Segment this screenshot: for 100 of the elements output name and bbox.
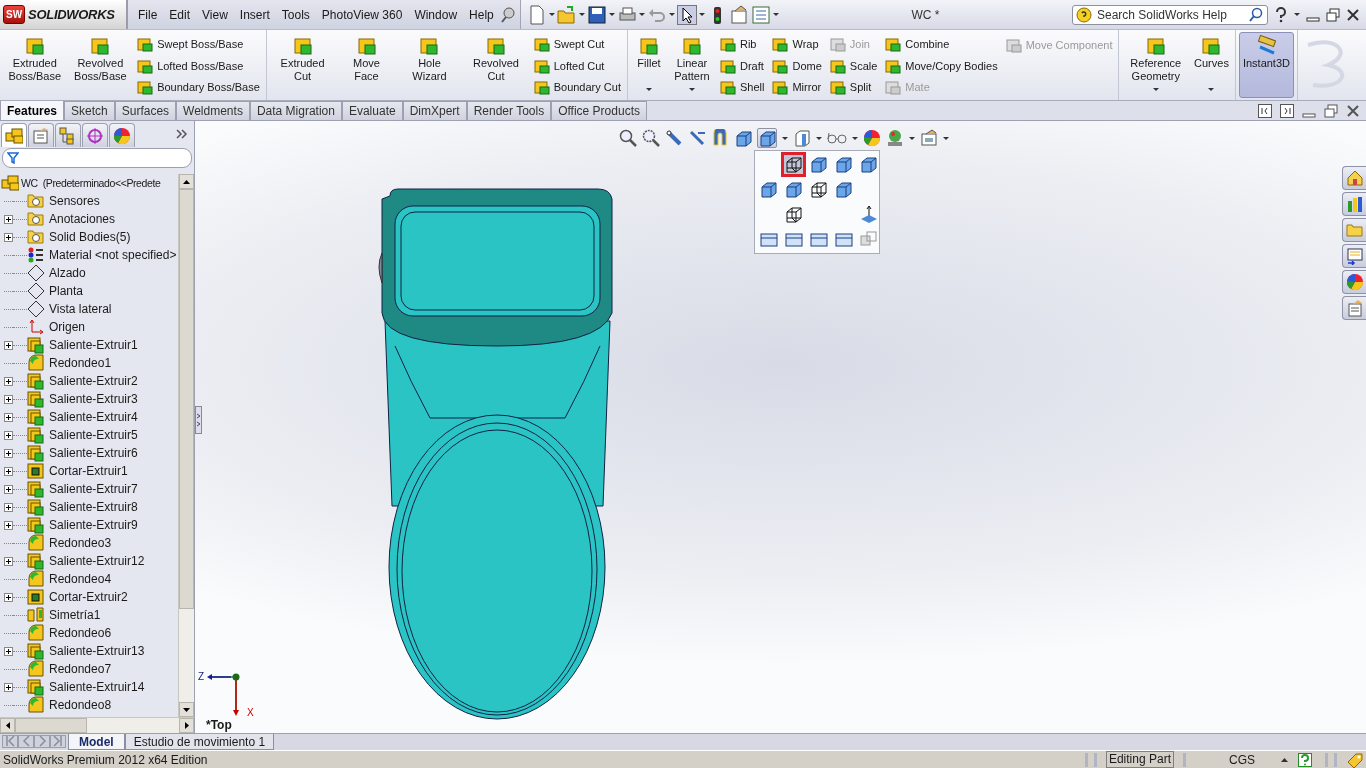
tree-item[interactable]: Saliente-Extruir7 bbox=[49, 482, 138, 496]
caret-icon[interactable] bbox=[698, 13, 705, 16]
tree-item[interactable]: Saliente-Extruir5 bbox=[49, 428, 138, 442]
tree-item[interactable]: Redondeo8 bbox=[49, 698, 112, 712]
caret-icon[interactable] bbox=[852, 136, 858, 140]
caret-icon[interactable] bbox=[1294, 13, 1300, 16]
tree-item[interactable]: Redondeo1 bbox=[49, 356, 112, 370]
expand-icon[interactable] bbox=[4, 376, 13, 386]
command-label[interactable]: Combine bbox=[882, 33, 1001, 55]
caret-icon[interactable] bbox=[782, 136, 788, 140]
scroll-right-icon[interactable] bbox=[184, 722, 189, 729]
task-pane-tab[interactable] bbox=[1342, 296, 1366, 320]
caret-icon[interactable] bbox=[772, 13, 779, 16]
tile-left-icon[interactable] bbox=[1258, 103, 1272, 118]
save-icon[interactable] bbox=[586, 4, 607, 25]
expand-icon[interactable] bbox=[4, 394, 13, 404]
tree-item[interactable]: Material <not specified> bbox=[49, 248, 177, 262]
help-icon[interactable] bbox=[1274, 6, 1288, 23]
expand-panel-icon[interactable] bbox=[176, 129, 188, 139]
caret-icon[interactable] bbox=[943, 136, 949, 140]
command-tab[interactable]: Render Tools bbox=[466, 101, 552, 120]
command-label[interactable]: Lofted Boss/Base bbox=[134, 54, 263, 77]
view-orientation-button[interactable] bbox=[757, 128, 777, 148]
menu-item[interactable]: PhotoView 360 bbox=[315, 7, 409, 22]
previous-view-icon[interactable] bbox=[665, 129, 683, 147]
command-tab[interactable]: Weldments bbox=[176, 101, 250, 120]
splitter-handle[interactable] bbox=[195, 406, 202, 434]
caret-icon[interactable] bbox=[638, 13, 645, 16]
expand-icon[interactable] bbox=[4, 340, 13, 350]
caret-icon[interactable] bbox=[578, 13, 585, 16]
close-icon[interactable] bbox=[1346, 103, 1360, 118]
expand-icon[interactable] bbox=[4, 484, 13, 494]
tree-item[interactable]: Planta bbox=[49, 284, 84, 298]
command-label[interactable]: Swept Cut bbox=[530, 33, 624, 55]
ribbon-button[interactable]: Linear Pattern bbox=[668, 32, 715, 98]
command-tab[interactable]: Data Migration bbox=[249, 101, 342, 120]
tree-item[interactable]: Saliente-Extruir8 bbox=[49, 500, 138, 514]
expand-icon[interactable] bbox=[4, 448, 13, 458]
panel-tab[interactable] bbox=[28, 123, 54, 147]
tree-item[interactable]: Saliente-Extruir6 bbox=[49, 446, 138, 460]
model-tab[interactable]: Estudio de movimiento 1 bbox=[124, 734, 275, 750]
command-label[interactable]: Dome bbox=[769, 54, 825, 77]
dynamic-annotation-icon[interactable] bbox=[711, 129, 729, 147]
ribbon-button[interactable]: Curves bbox=[1191, 32, 1232, 98]
command-tab[interactable]: Evaluate bbox=[341, 101, 403, 120]
expand-icon[interactable] bbox=[4, 646, 13, 656]
tree-item[interactable]: Redondeo6 bbox=[49, 626, 112, 640]
expand-icon[interactable] bbox=[4, 466, 13, 476]
restore-icon[interactable] bbox=[1324, 103, 1338, 118]
tree-item[interactable]: Anotaciones bbox=[49, 212, 116, 226]
caret-icon[interactable] bbox=[688, 88, 695, 91]
ribbon-button[interactable]: Revolved Cut bbox=[463, 32, 529, 98]
tree-item[interactable]: Simetría1 bbox=[49, 608, 101, 622]
caret-icon[interactable] bbox=[608, 13, 615, 16]
tree-item[interactable]: Saliente-Extruir13 bbox=[49, 644, 145, 658]
tile-right-icon[interactable] bbox=[1280, 103, 1294, 118]
command-label[interactable]: Scale bbox=[826, 54, 881, 77]
menu-item[interactable]: View bbox=[196, 7, 234, 22]
command-label[interactable]: Split bbox=[826, 76, 881, 98]
ribbon-button[interactable]: Move Face bbox=[337, 32, 396, 98]
view-settings-icon[interactable] bbox=[920, 129, 938, 147]
expand-icon[interactable] bbox=[4, 520, 13, 530]
ribbon-button[interactable]: Revolved Boss/Base bbox=[68, 32, 133, 98]
pin-icon[interactable] bbox=[499, 6, 516, 23]
tree-item[interactable]: Cortar-Extruir2 bbox=[49, 590, 128, 604]
command-label[interactable]: Boundary Cut bbox=[530, 76, 624, 98]
command-label[interactable]: Wrap bbox=[769, 33, 825, 55]
task-pane-tab[interactable] bbox=[1342, 192, 1366, 216]
ribbon-button[interactable]: Extruded Cut bbox=[269, 32, 336, 98]
command-label[interactable]: Move/Copy Bodies bbox=[882, 54, 1001, 77]
zoom-to-fit-icon[interactable] bbox=[619, 129, 637, 147]
menu-item[interactable]: Window bbox=[408, 7, 464, 22]
zoom-to-area-icon[interactable] bbox=[642, 129, 660, 147]
menu-item[interactable]: Insert bbox=[233, 7, 276, 22]
task-pane-tab[interactable] bbox=[1342, 166, 1366, 190]
model-tab[interactable]: Model bbox=[68, 734, 125, 750]
options-icon[interactable] bbox=[728, 4, 749, 25]
tree-item[interactable]: Saliente-Extruir4 bbox=[49, 410, 138, 424]
expand-icon[interactable] bbox=[4, 232, 13, 242]
ribbon-button[interactable]: Reference Geometry bbox=[1122, 32, 1189, 98]
ribbon-button[interactable]: Instant3D bbox=[1238, 32, 1294, 98]
expand-icon[interactable] bbox=[4, 412, 13, 422]
menu-item[interactable]: Tools bbox=[275, 7, 316, 22]
command-tab[interactable]: DimXpert bbox=[402, 101, 467, 120]
tree-item[interactable]: Vista lateral bbox=[49, 302, 112, 316]
expand-icon[interactable] bbox=[4, 556, 13, 566]
tree-item[interactable]: Saliente-Extruir3 bbox=[49, 392, 138, 406]
glasses-icon[interactable] bbox=[827, 131, 847, 145]
tree-item[interactable]: Saliente-Extruir2 bbox=[49, 374, 138, 388]
caret-icon[interactable] bbox=[645, 88, 652, 91]
command-tab[interactable]: Features bbox=[0, 100, 65, 120]
unit-system[interactable]: CGS bbox=[1189, 752, 1281, 767]
caret-icon[interactable] bbox=[548, 13, 555, 16]
command-tab[interactable]: Sketch bbox=[64, 101, 115, 120]
tree-item[interactable]: Origen bbox=[49, 320, 86, 334]
caret-icon[interactable] bbox=[1208, 88, 1215, 91]
scrollbar[interactable] bbox=[0, 717, 194, 733]
tree-item[interactable]: Saliente-Extruir1 bbox=[49, 338, 138, 352]
scroll-down-icon[interactable] bbox=[183, 707, 190, 712]
menu-item[interactable]: File bbox=[132, 7, 164, 22]
